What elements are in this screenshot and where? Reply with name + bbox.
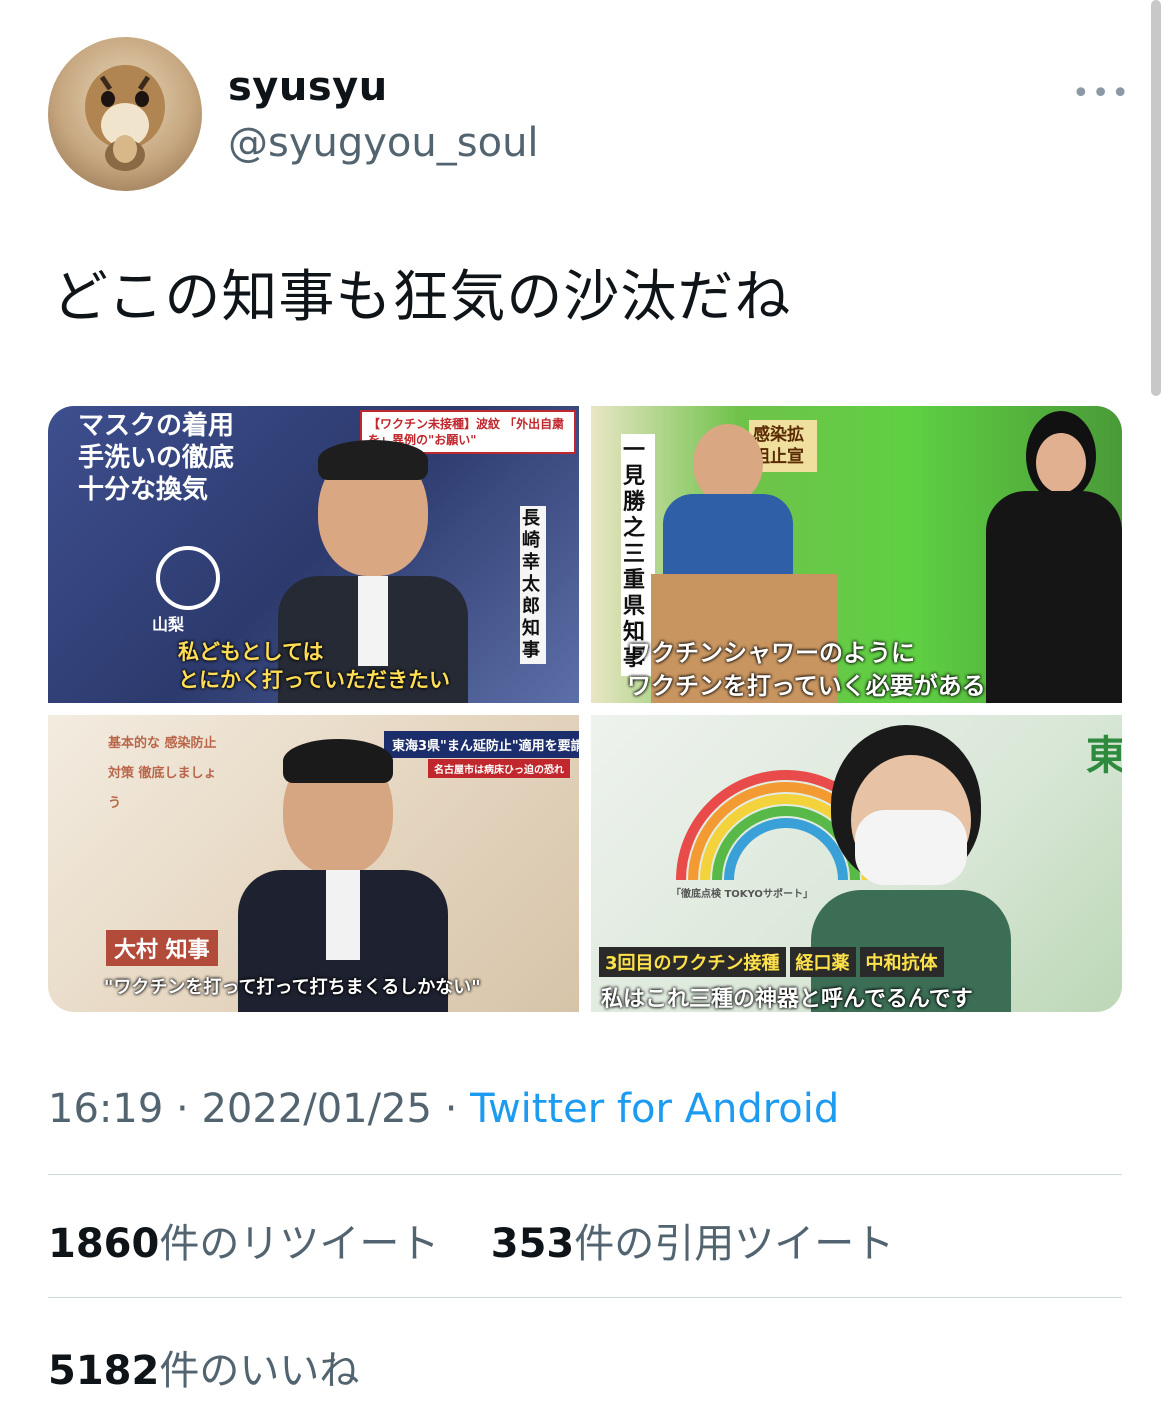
tweet-source-link[interactable]: Twitter for Android (470, 1086, 839, 1132)
caption-tags: 3回目のワクチン接種 経口薬 中和抗体 (599, 947, 944, 977)
caption-line-1: 私どもとしては (178, 640, 324, 664)
divider (48, 1174, 1122, 1175)
user-handle[interactable]: @syugyou_soul (228, 120, 539, 166)
logo-text: 東 (1086, 733, 1122, 779)
separator: · (444, 1086, 458, 1132)
tweet-time: 16:19 (48, 1086, 164, 1132)
avatar[interactable] (48, 37, 202, 191)
tweet-text: どこの知事も狂気の沙汰だね (52, 265, 792, 330)
overlay-text: マスクの着用 手洗いの徹底 十分な換気 (78, 411, 235, 505)
likes-stat[interactable]: 5182件のいいね (48, 1338, 359, 1396)
tweet-meta: 16:19 · 2022/01/25 · Twitter for Android (48, 1086, 839, 1132)
caption: "ワクチンを打って打って打ちまくるしかない" (104, 977, 481, 998)
governor-figure (238, 739, 448, 1012)
media-image-2[interactable]: 感染拡 阻止宣 一見勝之三重県知事 ワクチンシャワーのように ワクチンを打ってい… (591, 406, 1122, 703)
display-name[interactable]: syusyu (228, 64, 388, 110)
caption: 私はこれ三種の神器と呼んでるんです (601, 987, 973, 1012)
media-image-3[interactable]: 基本的な 感染防止対策 徹底しましょう 東海3県"まん延防止"適用を要請 名古屋… (48, 715, 579, 1012)
divider (48, 1297, 1122, 1298)
more-options-icon[interactable]: ••• (1072, 76, 1131, 111)
media-grid[interactable]: マスクの着用 手洗いの徹底 十分な換気 【ワクチン未接種】波紋 「外出自粛を」異… (48, 406, 1122, 1012)
separator: · (176, 1086, 189, 1132)
chipmunk-avatar-icon (85, 65, 165, 171)
media-image-1[interactable]: マスクの着用 手洗いの徹底 十分な換気 【ワクチン未接種】波紋 「外出自粛を」異… (48, 406, 579, 703)
retweet-quote-stats: 1860件のリツイート 353件の引用ツイート (48, 1211, 894, 1269)
news-sublabel: 名古屋市は病床ひっ迫の恐れ (428, 759, 570, 778)
quotes-stat[interactable]: 353件の引用ツイート (491, 1221, 895, 1267)
media-image-4[interactable]: 東 「徹底点検 TOKYOサポート」 3回目のワクチン接種 経口薬 中和抗体 私はこ… (591, 715, 1122, 1012)
tweet-date[interactable]: 2022/01/25 (201, 1086, 432, 1132)
side-caption: 長崎幸太郎知事 (520, 506, 546, 664)
scrollbar[interactable] (1151, 0, 1161, 396)
caption-line-1: ワクチンシャワーのように (627, 639, 915, 667)
board-text: 基本的な 感染防止対策 徹底しましょう (108, 736, 217, 811)
sign-language-interpreter (986, 411, 1122, 703)
retweets-stat[interactable]: 1860件のリツイート (48, 1221, 439, 1267)
caption-line-2: ワクチンを打っていく必要がある (627, 672, 986, 700)
caption-line-2: とにかく打っていただきたい (178, 668, 450, 692)
sign-text: 「徹底点検 TOKYOサポート」 (671, 889, 813, 900)
prefecture-emblem-icon (156, 546, 220, 610)
name-caption: 大村 知事 (106, 930, 218, 966)
building-sign: 山梨 (152, 615, 185, 634)
